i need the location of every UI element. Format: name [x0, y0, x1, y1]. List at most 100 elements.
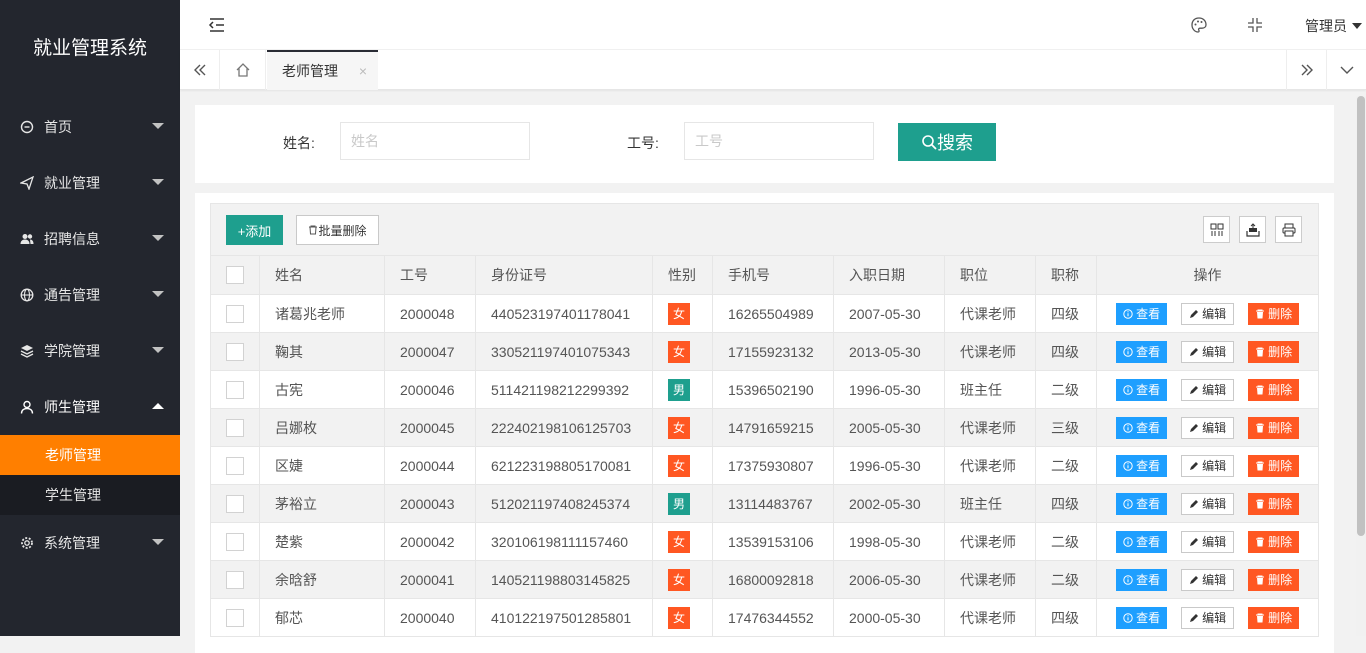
- sidebar-item-employment[interactable]: 就业管理: [0, 155, 180, 211]
- add-button[interactable]: +添加: [226, 215, 283, 245]
- edit-button[interactable]: 编辑: [1181, 340, 1234, 363]
- sidebar-subitem-students[interactable]: 学生管理: [0, 475, 180, 515]
- view-button[interactable]: 查看: [1116, 378, 1167, 401]
- cell-id: 2000040: [384, 598, 476, 637]
- view-button[interactable]: 查看: [1116, 302, 1167, 325]
- id-search-input[interactable]: [684, 122, 874, 160]
- delete-button[interactable]: 删除: [1248, 530, 1299, 553]
- edit-button[interactable]: 编辑: [1181, 378, 1234, 401]
- home-tab-icon[interactable]: [220, 50, 266, 90]
- row-checkbox[interactable]: [226, 380, 244, 399]
- print-icon[interactable]: [1275, 216, 1302, 243]
- delete-button[interactable]: 删除: [1248, 492, 1299, 515]
- trash-icon: [1255, 575, 1264, 584]
- tabs-dropdown-icon[interactable]: [1326, 50, 1366, 90]
- edit-button[interactable]: 编辑: [1181, 606, 1234, 629]
- cell-date: 2007-05-30: [833, 294, 945, 333]
- view-button[interactable]: 查看: [1116, 530, 1167, 553]
- view-label: 查看: [1136, 459, 1161, 473]
- fullscreen-exit-icon[interactable]: [1247, 0, 1263, 50]
- row-select-cell: [210, 446, 260, 485]
- view-button[interactable]: 查看: [1116, 492, 1167, 515]
- cell-position: 代课老师: [944, 332, 1036, 371]
- view-label: 查看: [1136, 535, 1161, 549]
- gender-badge: 女: [668, 302, 690, 325]
- delete-button[interactable]: 删除: [1248, 378, 1299, 401]
- row-checkbox[interactable]: [226, 304, 244, 323]
- row-checkbox[interactable]: [226, 532, 244, 551]
- page-scrollbar[interactable]: [1356, 96, 1366, 636]
- sidebar-item-label: 学院管理: [44, 343, 100, 359]
- sidebar-item-college[interactable]: 学院管理: [0, 323, 180, 379]
- cell-date: 1998-05-30: [833, 522, 945, 561]
- view-button[interactable]: 查看: [1116, 416, 1167, 439]
- scrollbar-thumb[interactable]: [1357, 96, 1365, 536]
- view-button[interactable]: 查看: [1116, 606, 1167, 629]
- cell-actions: 查看 编辑 删除: [1096, 560, 1319, 599]
- cell-phone: 17375930807: [712, 446, 834, 485]
- row-checkbox[interactable]: [226, 494, 244, 513]
- cell-actions: 查看 编辑 删除: [1096, 522, 1319, 561]
- tabs-scroll-right-icon[interactable]: [1286, 50, 1326, 90]
- delete-label: 删除: [1268, 497, 1293, 511]
- table-toolbar: +添加 批量删除: [210, 203, 1319, 256]
- caret-down-icon: [1352, 23, 1362, 29]
- edit-button[interactable]: 编辑: [1181, 302, 1234, 325]
- edit-button[interactable]: 编辑: [1181, 530, 1234, 553]
- info-icon: [1123, 612, 1133, 623]
- sidebar-item-recruitment[interactable]: 招聘信息: [0, 211, 180, 267]
- export-icon[interactable]: [1239, 216, 1266, 243]
- columns-filter-icon[interactable]: [1203, 216, 1230, 243]
- search-button[interactable]: 搜索: [898, 123, 996, 161]
- info-icon: [1123, 384, 1133, 395]
- cell-phone: 15396502190: [712, 370, 834, 409]
- edit-button[interactable]: 编辑: [1181, 416, 1234, 439]
- sidebar-item-notice[interactable]: 通告管理: [0, 267, 180, 323]
- edit-button[interactable]: 编辑: [1181, 568, 1234, 591]
- trash-icon: [309, 225, 318, 235]
- col-title: 职称: [1035, 255, 1097, 295]
- view-label: 查看: [1136, 345, 1161, 359]
- menu-toggle-icon[interactable]: [208, 16, 226, 34]
- cell-name: 郁芯: [259, 598, 385, 637]
- row-checkbox[interactable]: [226, 608, 244, 627]
- row-checkbox[interactable]: [226, 342, 244, 361]
- palette-icon[interactable]: [1190, 0, 1208, 50]
- user-menu[interactable]: 管理员: [1305, 16, 1362, 36]
- sidebar-item-teachers-students[interactable]: 师生管理: [0, 379, 180, 435]
- cell-gender: 女: [652, 560, 713, 599]
- col-phone: 手机号: [712, 255, 834, 295]
- close-icon[interactable]: ×: [359, 63, 367, 79]
- col-gender: 性别: [652, 255, 713, 295]
- edit-button[interactable]: 编辑: [1181, 492, 1234, 515]
- tabs-scroll-left-icon[interactable]: [180, 50, 220, 90]
- select-all-checkbox[interactable]: [226, 266, 244, 285]
- view-button[interactable]: 查看: [1116, 454, 1167, 477]
- batch-delete-button[interactable]: 批量删除: [296, 215, 379, 245]
- batch-delete-label: 批量删除: [318, 223, 367, 238]
- view-button[interactable]: 查看: [1116, 340, 1167, 363]
- row-checkbox[interactable]: [226, 418, 244, 437]
- delete-button[interactable]: 删除: [1248, 416, 1299, 439]
- delete-button[interactable]: 删除: [1248, 454, 1299, 477]
- view-button[interactable]: 查看: [1116, 568, 1167, 591]
- tab-teacher-management[interactable]: 老师管理 ×: [267, 50, 378, 90]
- delete-button[interactable]: 删除: [1248, 302, 1299, 325]
- delete-button[interactable]: 删除: [1248, 340, 1299, 363]
- row-select-cell: [210, 484, 260, 523]
- cell-date: 1996-05-30: [833, 446, 945, 485]
- sidebar-subitem-teachers[interactable]: 老师管理: [0, 435, 180, 475]
- delete-button[interactable]: 删除: [1248, 606, 1299, 629]
- cell-phone: 16800092818: [712, 560, 834, 599]
- row-checkbox[interactable]: [226, 570, 244, 589]
- sidebar-item-home[interactable]: 首页: [0, 99, 180, 155]
- delete-button[interactable]: 删除: [1248, 568, 1299, 591]
- tab-label: 老师管理: [282, 63, 338, 79]
- cell-actions: 查看 编辑 删除: [1096, 332, 1319, 371]
- row-checkbox[interactable]: [226, 456, 244, 475]
- name-search-input[interactable]: [340, 122, 530, 160]
- sidebar-item-system[interactable]: 系统管理: [0, 515, 180, 571]
- edit-button[interactable]: 编辑: [1181, 454, 1234, 477]
- cell-name: 鞠其: [259, 332, 385, 371]
- cell-name: 区婕: [259, 446, 385, 485]
